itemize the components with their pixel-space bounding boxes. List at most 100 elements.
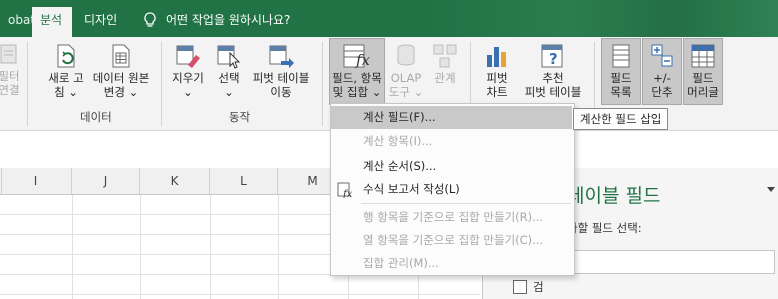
filter-connections-label-2: 연결 — [0, 83, 20, 97]
field-headers-label-1: 필드 — [692, 71, 714, 85]
menu-item-list-formulas-label: 수식 보고서 작성(L) — [363, 182, 460, 196]
svg-text:fx: fx — [355, 51, 371, 69]
clear-icon — [176, 45, 200, 68]
grid-line — [210, 195, 211, 299]
recommended-pivottables-label-1: 추천 — [542, 71, 564, 85]
change-data-source-button[interactable]: 데이터 원본 변경 ⌄ — [88, 43, 154, 99]
menu-item-calculated-field-label: 계산 필드(F)... — [363, 110, 436, 124]
menu-item-solve-order-label: 계산 순서(S)... — [363, 159, 437, 173]
refresh-label-2: 침 ⌄ — [54, 85, 78, 99]
menu-item-calculated-item-label: 계산 항목(I)... — [363, 134, 433, 148]
pane-options-chevron-icon[interactable] — [767, 187, 775, 192]
fields-items-sets-label-1: 필드, 항목 — [332, 71, 382, 85]
menu-item-manage-sets-label: 집합 관리(M)... — [363, 256, 439, 270]
select-label-1: 선택 — [218, 71, 240, 85]
menu-item-create-set-columns[interactable]: 열 항목을 기준으로 집합 만들기(C)... — [331, 229, 572, 252]
relationships-icon — [433, 44, 457, 68]
olap-tools-icon — [397, 44, 415, 66]
clear-label-2: ⌄ — [183, 85, 193, 99]
move-pivottable-label-1: 피벗 테이블 — [252, 71, 310, 85]
fields-items-sets-menu: 계산 필드(F)... 계산 항목(I)... 계산 순서(S)... fx 수… — [330, 103, 575, 276]
field-list-button[interactable]: 필드 목록 — [601, 38, 641, 105]
filter-connections-button[interactable]: 필터 연결 — [0, 43, 24, 97]
pivot-chart-label-1: 피벗 — [486, 71, 508, 85]
grid-line — [72, 195, 73, 299]
olap-tools-label-2: 도구 ⌄ — [388, 85, 424, 99]
relationships-button[interactable]: 관계 — [428, 43, 462, 85]
tell-me-text: 어떤 작업을 원하시나요? — [166, 13, 291, 27]
select-label-2: ⌄ — [224, 85, 234, 99]
menu-item-create-set-rows-label: 행 항목을 기준으로 집합 만들기(R)... — [363, 210, 544, 224]
recommended-pivottables-button[interactable]: ? 추천 피벗 테이블 — [520, 43, 586, 99]
tooltip: 계산한 필드 삽입 — [573, 108, 669, 130]
column-header-i[interactable]: I — [0, 168, 72, 194]
change-data-source-label-2: 변경 ⌄ — [103, 85, 139, 99]
pivot-chart-button[interactable]: 피벗 차트 — [478, 43, 516, 99]
grid-line — [278, 195, 279, 299]
field-list-icon — [612, 44, 630, 68]
grid-line — [140, 195, 141, 299]
change-data-source-icon — [112, 44, 130, 68]
relationships-label: 관계 — [434, 71, 456, 85]
title-bar: obat 분석 디자인 어떤 작업을 원하시나요? — [0, 0, 778, 37]
group-label-actions: 동작 — [229, 110, 251, 124]
menu-item-create-set-rows[interactable]: 행 항목을 기준으로 집합 만들기(R)... — [331, 206, 572, 229]
column-header-k[interactable]: K — [140, 168, 210, 194]
change-data-source-label-1: 데이터 원본 — [92, 71, 150, 85]
menu-item-calculated-item[interactable]: 계산 항목(I)... — [331, 130, 572, 153]
field-list-label-2: 목록 — [610, 85, 632, 99]
pane-subtitle: 가할 필드 선택: — [567, 221, 642, 235]
move-pivottable-icon — [269, 45, 294, 68]
menu-separator — [361, 203, 571, 204]
fields-items-sets-icon: fx — [343, 44, 371, 69]
filter-connections-label-1: 필터 — [0, 69, 20, 83]
field-item-label: 검 — [533, 280, 544, 294]
menu-item-solve-order[interactable]: 계산 순서(S)... — [331, 155, 572, 178]
tab-design[interactable]: 디자인 — [76, 7, 125, 37]
formula-report-icon: fx — [337, 182, 353, 198]
field-headers-icon — [691, 44, 715, 68]
clear-label-1: 지우기 — [172, 71, 204, 85]
plus-minus-label-2: 단추 — [651, 85, 673, 99]
move-pivottable-label-2: 이동 — [270, 85, 292, 99]
group-label-data: 데이터 — [80, 110, 112, 124]
column-header-l[interactable]: L — [210, 168, 278, 194]
group-separator — [322, 42, 323, 126]
plus-minus-label-1: +/- — [653, 71, 671, 85]
plus-minus-buttons-button[interactable]: +/- 단추 — [642, 38, 682, 105]
refresh-icon — [57, 44, 75, 68]
field-headers-label-2: 머리글 — [687, 85, 719, 99]
svg-text:?: ? — [549, 50, 558, 68]
lightbulb-icon — [144, 12, 156, 27]
olap-tools-button[interactable]: OLAP 도구 ⌄ — [388, 43, 424, 99]
group-separator — [27, 42, 28, 126]
plus-minus-icon — [651, 44, 673, 67]
clear-button[interactable]: 지우기 ⌄ — [166, 43, 210, 99]
menu-item-manage-sets[interactable]: 집합 관리(M)... — [331, 252, 572, 275]
group-separator — [161, 42, 162, 126]
refresh-button[interactable]: 새로 고 침 ⌄ — [44, 43, 88, 99]
field-list-label-1: 필드 — [610, 71, 632, 85]
menu-item-create-set-columns-label: 열 항목을 기준으로 집합 만들기(C)... — [363, 233, 544, 247]
refresh-label-1: 새로 고 — [48, 71, 84, 85]
fields-items-sets-button[interactable]: fx 필드, 항목 및 집합 ⌄ — [329, 38, 385, 105]
select-button[interactable]: 선택 ⌄ — [212, 43, 246, 99]
filter-connections-icon — [0, 44, 17, 64]
pivot-chart-label-2: 차트 — [486, 85, 508, 99]
select-icon — [217, 45, 241, 69]
grid-line — [0, 294, 480, 295]
svg-text:fx: fx — [342, 189, 353, 198]
move-pivottable-button[interactable]: 피벗 테이블 이동 — [248, 43, 314, 99]
tell-me-search[interactable]: 어떤 작업을 원하시나요? — [142, 9, 402, 31]
menu-item-list-formulas[interactable]: fx 수식 보고서 작성(L) — [331, 178, 572, 201]
recommended-pivottables-icon: ? — [541, 44, 563, 68]
field-headers-button[interactable]: 필드 머리글 — [683, 38, 723, 105]
title-texture — [430, 0, 778, 37]
menu-item-calculated-field[interactable]: 계산 필드(F)... — [331, 106, 572, 129]
olap-tools-label-1: OLAP — [390, 71, 422, 85]
column-header-j[interactable]: J — [72, 168, 140, 194]
pivot-chart-icon — [487, 47, 506, 67]
field-checkbox[interactable] — [513, 280, 527, 294]
pane-title: 테이블 필드 — [567, 185, 661, 207]
tab-analyze[interactable]: 분석 — [32, 7, 72, 37]
